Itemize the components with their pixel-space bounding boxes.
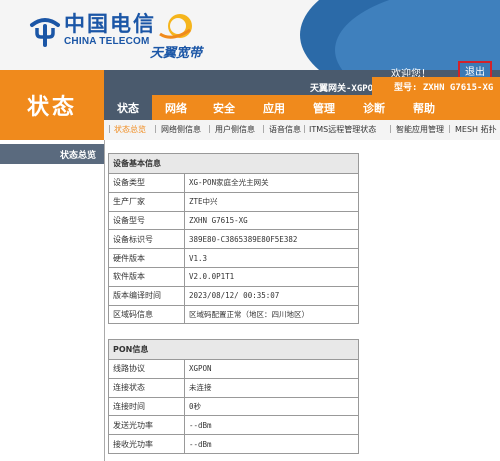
table-row: 软件版本 V2.0.0P1T1 — [108, 266, 359, 287]
subnav-mesh-topology[interactable]: MESH 拓扑 — [455, 124, 497, 135]
header: 中国电信 CHINA TELECOM 天翼宽带 — [0, 0, 500, 70]
gateway-name: 天翼网关-XGPON — [310, 84, 379, 94]
pon-info-table: PON信息 线路协议 XGPON 连接状态 未连接 连接时间 0秒 发送光功率 --dB… — [108, 339, 359, 454]
table-row: 设备型号 ZXHN G7615-XG — [108, 210, 359, 231]
subnav-smart-app-mgmt[interactable]: 智能应用管理 — [396, 124, 444, 135]
row-label: 硬件版本 — [108, 248, 185, 268]
row-label: 设备类型 — [108, 173, 185, 193]
tab-help[interactable]: 帮助 — [400, 95, 448, 120]
table-row: 版本编译时间 2023/08/12/ 00:35:07 — [108, 285, 359, 306]
row-value: XG-PON家庭全光主网关 — [184, 173, 359, 193]
table-row: 硬件版本 V1.3 — [108, 248, 359, 268]
row-label: 设备标识号 — [108, 229, 185, 250]
row-label: 连接状态 — [108, 377, 185, 398]
table-row: 线路协议 XGPON — [108, 359, 359, 379]
row-label: 连接时间 — [108, 396, 185, 417]
subnav-status-overview[interactable]: 状态总览 — [114, 124, 146, 135]
row-label: 发送光功率 — [108, 415, 185, 436]
row-label: 区域码信息 — [108, 304, 185, 325]
row-label: 软件版本 — [108, 266, 185, 287]
tab-management[interactable]: 管理 — [300, 95, 348, 120]
table-header-row: 设备基本信息 — [108, 153, 359, 174]
subnav-separator: | — [154, 124, 157, 133]
table-row: 发送光功率 --dBm — [108, 415, 359, 436]
subnav-voice-info[interactable]: 语音信息 — [269, 124, 301, 135]
row-value: ZXHN G7615-XG — [184, 210, 359, 231]
row-value: 389E80-C3865389E80F5E382 — [184, 229, 359, 250]
china-telecom-logo: 中国电信 CHINA TELECOM — [28, 12, 156, 48]
row-value: 区域码配置正常（地区：四川地区） — [184, 304, 359, 325]
logo-en-text: CHINA TELECOM — [64, 36, 150, 47]
device-info-title: 设备基本信息 — [108, 153, 359, 174]
table-header-row: PON信息 — [108, 339, 359, 360]
subnav-separator: | — [303, 124, 306, 133]
page-title-box: 状态 — [0, 70, 104, 140]
tab-security[interactable]: 安全 — [200, 95, 248, 120]
broadband-text: 天翼宽带 — [150, 46, 203, 61]
subnav-separator: | — [262, 124, 265, 133]
pon-info-title: PON信息 — [108, 339, 359, 360]
tianyi-swirl-icon — [159, 14, 192, 39]
row-label: 生产厂家 — [108, 191, 185, 212]
table-row: 区域码信息 区域码配置正常（地区：四川地区） — [108, 304, 359, 325]
tianyi-broadband-logo: 天翼宽带 — [150, 12, 220, 61]
table-row: 接收光功率 --dBm — [108, 434, 359, 454]
table-row: 设备标识号 389E80-C3865389E80F5E382 — [108, 229, 359, 250]
row-value: ZTE中兴 — [184, 191, 359, 212]
row-label: 设备型号 — [108, 210, 185, 231]
subnav-separator: | — [208, 124, 211, 133]
row-value: --dBm — [184, 434, 359, 454]
table-row: 连接状态 未连接 — [108, 377, 359, 398]
table-row: 生产厂家 ZTE中兴 — [108, 191, 359, 212]
row-value: V2.0.0P1T1 — [184, 266, 359, 287]
logo-cn-text: 中国电信 — [64, 11, 156, 36]
tab-diagnostics[interactable]: 诊断 — [348, 95, 400, 120]
sidebar-item-status-overview[interactable]: 状态总览 — [0, 144, 104, 164]
sidebar: 状态总览 — [0, 140, 104, 461]
table-row: 连接时间 0秒 — [108, 396, 359, 417]
row-value: 0秒 — [184, 396, 359, 417]
row-value: XGPON — [184, 359, 359, 379]
row-value: 2023/08/12/ 00:35:07 — [184, 285, 359, 306]
tab-application[interactable]: 应用 — [248, 95, 300, 120]
main-content: 设备基本信息 设备类型 XG-PON家庭全光主网关 生产厂家 ZTE中兴 设备型号 Z… — [104, 140, 500, 461]
subnav-network-side-info[interactable]: 网络侧信息 — [161, 124, 201, 135]
subnav-itms-status[interactable]: ITMS远程管理状态 — [309, 124, 376, 135]
row-value: 未连接 — [184, 377, 359, 398]
device-info-table: 设备基本信息 设备类型 XG-PON家庭全光主网关 生产厂家 ZTE中兴 设备型号 Z… — [108, 153, 359, 325]
tab-network[interactable]: 网络 — [152, 95, 200, 120]
row-label: 版本编译时间 — [108, 285, 185, 306]
row-label: 接收光功率 — [108, 434, 185, 454]
row-value: V1.3 — [184, 248, 359, 268]
subnav-separator: | — [448, 124, 451, 133]
sub-navigation: | 状态总览 | 网络侧信息 | 用户侧信息 | 语音信息 | ITMS远程管理… — [104, 120, 500, 140]
row-value: --dBm — [184, 415, 359, 436]
subnav-separator: | — [108, 124, 111, 133]
page-title: 状态 — [26, 95, 77, 120]
table-row: 设备类型 XG-PON家庭全光主网关 — [108, 173, 359, 193]
subnav-separator: | — [389, 124, 392, 133]
model-label: 型号: ZXHN G7615-XG — [372, 77, 500, 95]
china-telecom-mark-icon — [28, 13, 62, 47]
subnav-user-side-info[interactable]: 用户侧信息 — [215, 124, 255, 135]
row-label: 线路协议 — [108, 359, 185, 379]
tab-status[interactable]: 状态 — [104, 95, 152, 120]
